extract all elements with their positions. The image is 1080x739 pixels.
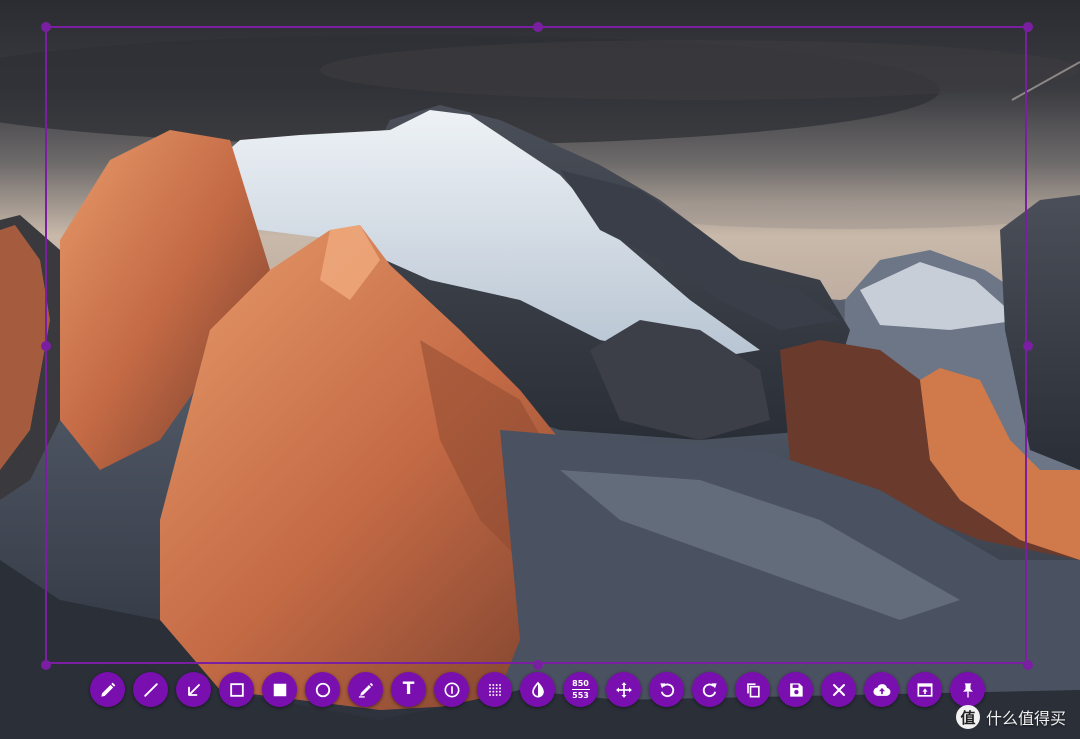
arrow-tool-button[interactable] xyxy=(176,672,211,707)
resize-handle-bottom-right[interactable] xyxy=(1023,660,1033,670)
redo-icon xyxy=(702,682,717,697)
pencil-icon xyxy=(100,682,115,697)
move-tool-button[interactable] xyxy=(606,672,641,707)
invert-icon xyxy=(531,681,544,697)
pin-button[interactable] xyxy=(950,672,985,707)
circle-tool-button[interactable] xyxy=(305,672,340,707)
marker-tool-button[interactable] xyxy=(348,672,383,707)
screenshot-background-mountains xyxy=(0,0,1080,739)
cloud-upload-icon xyxy=(872,683,890,696)
close-icon xyxy=(832,683,845,696)
resize-handle-top-left[interactable] xyxy=(41,22,51,32)
open-with-app-button[interactable] xyxy=(907,672,942,707)
circle-icon xyxy=(315,682,330,697)
marker-icon xyxy=(358,682,373,698)
selection-height-value: 553 xyxy=(572,691,589,700)
watermark-logo: 值 xyxy=(955,705,980,729)
counter-icon xyxy=(444,682,459,697)
selection-size-button[interactable]: 850 553 xyxy=(563,672,598,707)
upload-button[interactable] xyxy=(864,672,899,707)
rectangle-outline-icon xyxy=(229,682,244,697)
resize-handle-middle-right[interactable] xyxy=(1023,341,1033,351)
rectangle-tool-button[interactable] xyxy=(219,672,254,707)
selection-size-divider xyxy=(571,689,590,690)
pin-icon xyxy=(962,682,973,697)
counter-tool-button[interactable] xyxy=(434,672,469,707)
exit-button[interactable] xyxy=(821,672,856,707)
save-icon xyxy=(789,682,803,697)
redo-button[interactable] xyxy=(692,672,727,707)
annotation-toolbar: T 850 553 xyxy=(90,672,985,714)
resize-handle-bottom-center[interactable] xyxy=(533,660,543,670)
save-button[interactable] xyxy=(778,672,813,707)
open-app-icon xyxy=(917,682,932,697)
pixelate-tool-button[interactable] xyxy=(477,672,512,707)
filled-rectangle-tool-button[interactable] xyxy=(262,672,297,707)
copy-button[interactable] xyxy=(735,672,770,707)
site-watermark: 值 什么值得买 xyxy=(955,705,1066,729)
invert-tool-button[interactable] xyxy=(520,672,555,707)
undo-button[interactable] xyxy=(649,672,684,707)
pixelate-icon xyxy=(488,683,501,696)
selection-size-icon: 850 553 xyxy=(571,679,590,700)
text-tool-button[interactable]: T xyxy=(391,672,426,707)
line-tool-button[interactable] xyxy=(133,672,168,707)
line-icon xyxy=(143,682,158,697)
watermark-text: 什么值得买 xyxy=(985,709,1066,728)
resize-handle-top-center[interactable] xyxy=(533,22,543,32)
resize-handle-bottom-left[interactable] xyxy=(41,660,51,670)
move-icon xyxy=(615,681,632,698)
resize-handle-top-right[interactable] xyxy=(1023,22,1033,32)
pen-tool-button[interactable] xyxy=(90,672,125,707)
undo-icon xyxy=(659,682,674,697)
selection-width-value: 850 xyxy=(572,679,589,688)
copy-icon xyxy=(746,682,760,697)
resize-handle-middle-left[interactable] xyxy=(41,341,51,351)
arrow-icon xyxy=(187,683,200,696)
text-icon: T xyxy=(402,679,415,699)
rectangle-filled-icon xyxy=(273,683,286,696)
